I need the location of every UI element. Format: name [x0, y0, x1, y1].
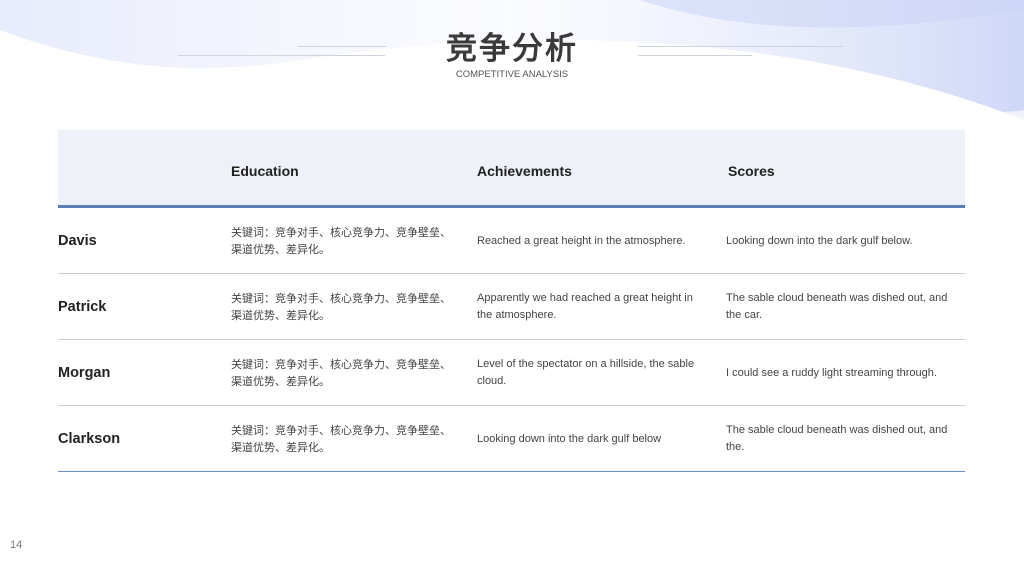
- row-scores: The sable cloud beneath was dished out, …: [726, 292, 948, 321]
- row-name: Morgan: [58, 365, 111, 381]
- header-scores: Scores: [728, 163, 775, 179]
- row-scores: Looking down into the dark gulf below.: [726, 234, 913, 247]
- row-name: Clarkson: [58, 431, 121, 447]
- row-education: 关键词：竞争对手、核心竞争力、竞争壁垒、渠道优势、差异化。: [231, 424, 451, 454]
- row-name: Patrick: [58, 299, 107, 315]
- row-name: Davis: [58, 233, 97, 249]
- title-block: 竞争分析 COMPETITIVE ANALYSIS: [0, 30, 1024, 80]
- row-education: 关键词：竞争对手、核心竞争力、竞争壁垒、渠道优势、差异化。: [231, 358, 451, 388]
- table-header: Education Achievements Scores: [58, 130, 965, 208]
- row-achievements: Reached a great height in the atmosphere…: [477, 234, 686, 247]
- header-achievements: Achievements: [477, 163, 572, 179]
- table-row: Morgan 关键词：竞争对手、核心竞争力、竞争壁垒、渠道优势、差异化。 Lev…: [58, 340, 965, 406]
- row-achievements: Apparently we had reached a great height…: [477, 292, 693, 321]
- header-education: Education: [231, 163, 299, 179]
- table-row: Clarkson 关键词：竞争对手、核心竞争力、竞争壁垒、渠道优势、差异化。 L…: [58, 406, 965, 472]
- row-achievements: Level of the spectator on a hillside, th…: [477, 358, 695, 387]
- competitive-analysis-table: Education Achievements Scores Davis 关键词：…: [58, 130, 965, 472]
- table-row: Davis 关键词：竞争对手、核心竞争力、竞争壁垒、渠道优势、差异化。 Reac…: [58, 208, 965, 274]
- slide-subtitle: COMPETITIVE ANALYSIS: [455, 69, 569, 80]
- row-education: 关键词：竞争对手、核心竞争力、竞争壁垒、渠道优势、差异化。: [231, 292, 451, 322]
- row-education: 关键词：竞争对手、核心竞争力、竞争壁垒、渠道优势、差异化。: [231, 226, 451, 256]
- row-achievements: Looking down into the dark gulf below: [477, 432, 662, 445]
- table-row: Patrick 关键词：竞争对手、核心竞争力、竞争壁垒、渠道优势、差异化。 Ap…: [58, 274, 965, 340]
- slide-title: 竞争分析: [446, 31, 578, 67]
- page-number: 14: [10, 539, 23, 551]
- row-scores: I could see a ruddy light streaming thro…: [726, 366, 937, 379]
- row-scores: The sable cloud beneath was dished out, …: [726, 424, 948, 453]
